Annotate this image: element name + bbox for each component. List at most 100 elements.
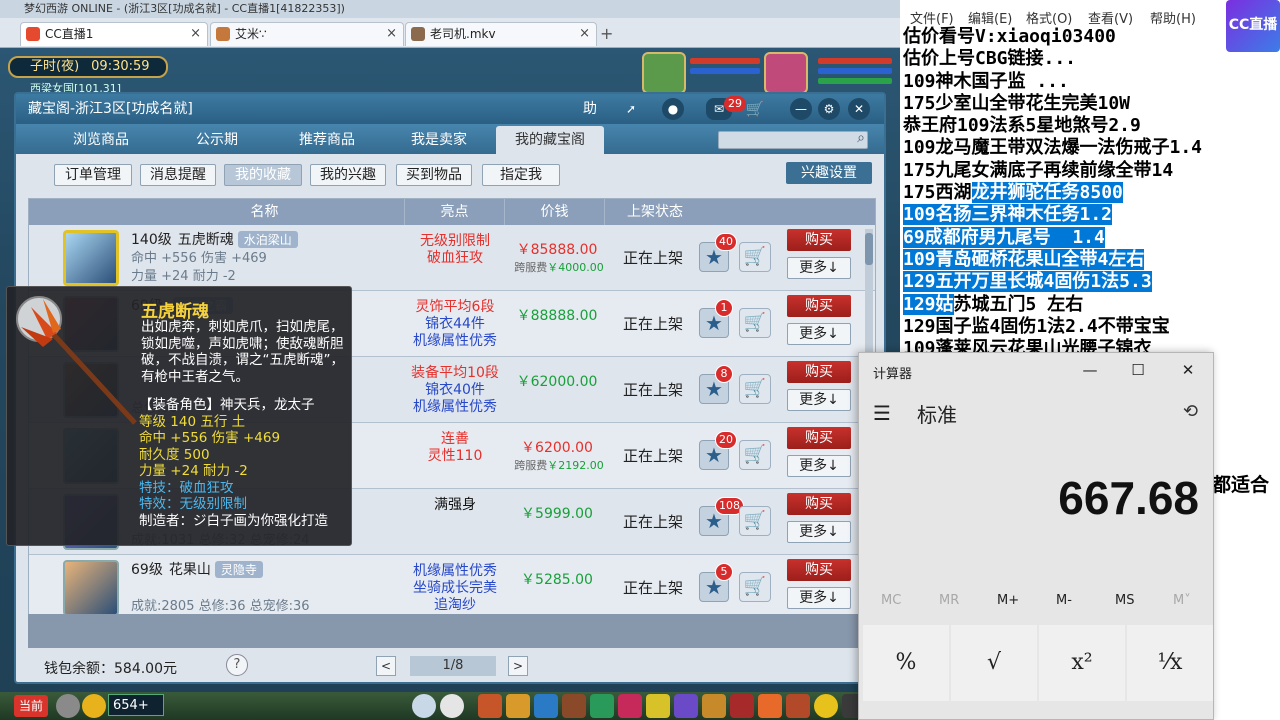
col-highlights: 亮点 <box>405 199 505 225</box>
close-icon[interactable]: ✕ <box>848 98 870 120</box>
cart-icon[interactable]: 🛒 <box>739 506 771 536</box>
cart-icon[interactable]: 🛒 <box>739 374 771 404</box>
cart-icon[interactable]: 🛒 <box>744 98 766 120</box>
chat-bubble-icon[interactable] <box>82 694 106 718</box>
maximize-icon[interactable]: ☐ <box>1123 357 1153 383</box>
highlight-text: 连善 <box>441 431 469 447</box>
cart-icon[interactable]: 🛒 <box>739 572 771 602</box>
menu-format[interactable]: 格式(O) <box>1026 8 1072 27</box>
minimize-icon[interactable]: — <box>790 98 812 120</box>
tab-video[interactable]: 老司机.mkv × <box>405 22 597 46</box>
calculator-mode: 标准 <box>917 403 957 427</box>
table-row[interactable]: 140级 五虎断魂 水泊梁山 命中 +556 伤害 +469 力量 +24 耐力 -2 无… <box>29 225 875 291</box>
tab-notice[interactable]: 公示期 <box>162 126 272 154</box>
toolbar-item-icon[interactable] <box>674 694 698 718</box>
toolbar-item-icon[interactable] <box>562 694 586 718</box>
table-row[interactable]: 69级 花果山 灵隐寺 成就:2805 总修:36 总宠修:36 机缘属性优秀 坐骑成长完… <box>29 555 875 621</box>
close-tab-icon[interactable]: × <box>579 23 590 45</box>
browser-tabs: CC直播1 × 艾米∵ × 老司机.mkv × + <box>0 18 900 48</box>
buy-button[interactable]: 购买 <box>787 229 851 251</box>
purchased-button[interactable]: 买到物品 <box>396 164 472 186</box>
new-tab-icon[interactable]: + <box>600 25 618 43</box>
buy-button[interactable]: 购买 <box>787 295 851 317</box>
messages-button[interactable]: 消息提醒 <box>140 164 216 186</box>
shop-title: 藏宝阁-浙江3区[功成名就] <box>28 101 193 117</box>
interest-settings-button[interactable]: 兴趣设置 <box>786 162 872 184</box>
tab-my-pavilion[interactable]: 我的藏宝阁 <box>496 126 604 154</box>
close-tab-icon[interactable]: × <box>386 23 397 45</box>
toolbar-item-icon[interactable] <box>478 694 502 718</box>
search-input[interactable]: ⌕ <box>718 130 868 149</box>
notepad-text-area[interactable]: 估价看号V:xiaoqi03400 估价上号CBG链接... 109神木国子监 ..… <box>903 26 1280 360</box>
help-button[interactable]: 助 <box>576 98 604 120</box>
minimize-icon[interactable]: — <box>1075 357 1105 383</box>
cart-icon[interactable]: 🛒 <box>739 440 771 470</box>
tab-recommended[interactable]: 推荐商品 <box>272 126 382 154</box>
smiley-icon[interactable] <box>814 694 838 718</box>
toolbar-item-icon[interactable] <box>786 694 810 718</box>
more-button[interactable]: 更多↓ <box>787 389 851 411</box>
calc-key[interactable]: x² <box>1039 625 1125 701</box>
tab-label: 老司机.mkv <box>430 27 496 41</box>
highlight-text: 破血狂攻 <box>427 250 483 266</box>
menu-icon[interactable]: ☰ <box>873 401 891 425</box>
menu-file[interactable]: 文件(F) <box>910 8 954 27</box>
toolbar-item-icon[interactable] <box>646 694 670 718</box>
menu-edit[interactable]: 编辑(E) <box>968 8 1012 27</box>
toolbar-item-icon[interactable] <box>758 694 782 718</box>
interests-button[interactable]: 我的兴趣 <box>310 164 386 186</box>
settings-icon[interactable]: ⚙ <box>818 98 840 120</box>
cart-icon[interactable]: 🛒 <box>739 308 771 338</box>
calc-key[interactable]: √ <box>951 625 1037 701</box>
tab-cc-live[interactable]: CC直播1 × <box>20 22 208 46</box>
item-thumbnail[interactable] <box>63 230 119 286</box>
buy-button[interactable]: 购买 <box>787 361 851 383</box>
menu-view[interactable]: 查看(V) <box>1088 8 1133 27</box>
help-icon[interactable]: ? <box>226 654 248 676</box>
toolbar-item-icon[interactable] <box>618 694 642 718</box>
close-tab-icon[interactable]: × <box>190 23 201 45</box>
item-thumbnail[interactable] <box>63 560 119 616</box>
toolbar-item-icon[interactable] <box>506 694 530 718</box>
buy-button[interactable]: 购买 <box>787 559 851 581</box>
history-icon[interactable]: ⟲ <box>1183 401 1198 422</box>
pet-portrait[interactable] <box>642 52 686 94</box>
calc-key[interactable]: % <box>863 625 949 701</box>
party-portraits <box>640 52 900 94</box>
favorites-button[interactable]: 我的收藏 <box>224 164 302 186</box>
more-button[interactable]: 更多↓ <box>787 521 851 543</box>
selected-text: 69成都府男九尾号 1.4 <box>903 226 1105 248</box>
next-page-button[interactable]: > <box>508 656 528 676</box>
more-button[interactable]: 更多↓ <box>787 323 851 345</box>
channel-current-button[interactable]: 当前 <box>14 695 48 717</box>
orders-button[interactable]: 订单管理 <box>54 164 132 186</box>
toolbar-item-icon[interactable] <box>730 694 754 718</box>
share-icon[interactable]: ➚ <box>620 98 642 120</box>
menu-help[interactable]: 帮助(H) <box>1150 8 1196 27</box>
toolbar-item-icon[interactable] <box>702 694 726 718</box>
memory-button[interactable]: M+ <box>997 593 1019 608</box>
pet-icon[interactable] <box>412 694 436 718</box>
buy-button[interactable]: 购买 <box>787 493 851 515</box>
calc-key[interactable]: ¹⁄x <box>1127 625 1213 701</box>
scroll-thumb[interactable] <box>865 233 873 265</box>
close-icon[interactable]: ✕ <box>1173 357 1203 383</box>
rabbit-icon[interactable] <box>440 694 464 718</box>
toolbar-item-icon[interactable] <box>534 694 558 718</box>
tab-seller[interactable]: 我是卖家 <box>384 126 494 154</box>
more-button[interactable]: 更多↓ <box>787 455 851 477</box>
memory-button[interactable]: M- <box>1056 593 1072 608</box>
microphone-icon[interactable] <box>56 694 80 718</box>
stop-icon[interactable]: ● <box>662 98 684 120</box>
buy-button[interactable]: 购买 <box>787 427 851 449</box>
assigned-button[interactable]: 指定我 <box>482 164 560 186</box>
prev-page-button[interactable]: < <box>376 656 396 676</box>
tab-aimi[interactable]: 艾米∵ × <box>210 22 404 46</box>
memory-button[interactable]: MS <box>1115 593 1134 608</box>
more-button[interactable]: 更多↓ <box>787 257 851 279</box>
cart-icon[interactable]: 🛒 <box>739 242 771 272</box>
more-button[interactable]: 更多↓ <box>787 587 851 609</box>
player-portrait[interactable] <box>764 52 808 94</box>
tab-browse[interactable]: 浏览商品 <box>46 126 156 154</box>
toolbar-item-icon[interactable] <box>590 694 614 718</box>
